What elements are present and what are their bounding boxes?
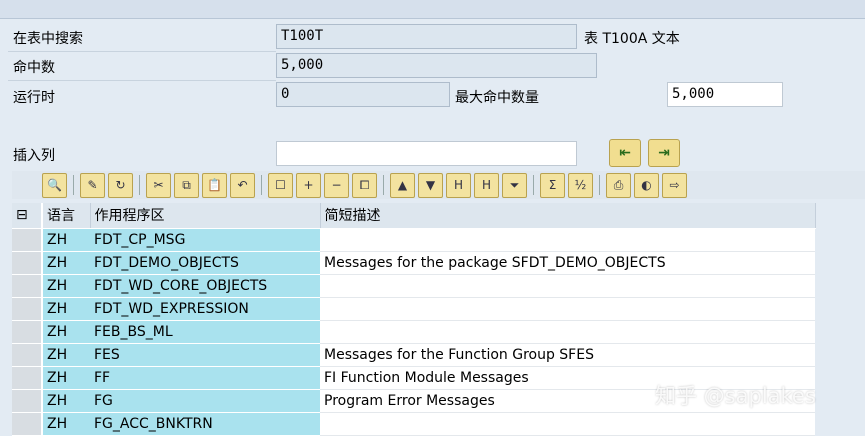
insert-column-label: 插入列 (13, 148, 55, 164)
insert-column-after-button[interactable]: ⇥ (648, 139, 680, 167)
table-row[interactable]: ZH FDT_CP_MSG (12, 228, 815, 252)
refresh-icon[interactable]: ↻ (108, 172, 133, 198)
search-table-field[interactable]: T100T (276, 24, 577, 49)
insert-column-button[interactable]: ⇤ (609, 139, 641, 167)
row-selector[interactable] (12, 274, 43, 298)
hits-field: 5,000 (276, 53, 597, 78)
divider (8, 80, 276, 81)
cell-language[interactable]: ZH (42, 320, 90, 344)
select-all-icon[interactable]: ⊟ (12, 203, 43, 229)
cell-short-description[interactable] (320, 274, 815, 298)
row-selector[interactable] (12, 228, 43, 252)
row-selector[interactable] (12, 297, 43, 321)
undo-icon[interactable]: ↶ (230, 172, 255, 198)
cell-language[interactable]: ZH (42, 366, 90, 390)
export-icon[interactable]: ⇨ (662, 172, 687, 198)
cell-application-area[interactable]: FEB_BS_ML (90, 320, 320, 344)
table-row[interactable]: ZH FDT_WD_CORE_OBJECTS (12, 274, 815, 298)
insert-column-input[interactable] (276, 141, 577, 166)
check-icon[interactable]: ✎ (80, 172, 105, 198)
runtime-label: 运行时 (13, 90, 55, 106)
max-hits-label: 最大命中数量 (455, 90, 539, 106)
print-icon[interactable]: ⎙ (606, 172, 631, 198)
cell-application-area[interactable]: FDT_DEMO_OBJECTS (90, 251, 320, 275)
divider (8, 51, 276, 52)
table-description: 表 T100A 文本 (584, 31, 680, 47)
subtotal-icon[interactable]: ½ (568, 172, 593, 198)
cell-language[interactable]: ZH (42, 228, 90, 252)
cell-language[interactable]: ZH (42, 343, 90, 367)
row-selector[interactable] (12, 251, 43, 275)
cell-application-area[interactable]: FF (90, 366, 320, 390)
table-row[interactable]: ZH FDT_DEMO_OBJECTS Messages for the packa… (12, 251, 815, 275)
insert-row-icon[interactable]: + (296, 172, 321, 198)
cell-language[interactable]: ZH (42, 274, 90, 298)
find-next-icon[interactable]: H (474, 172, 499, 198)
cell-application-area[interactable]: FES (90, 343, 320, 367)
cell-short-description[interactable] (320, 297, 815, 321)
row-selector[interactable] (12, 320, 43, 344)
paste-icon[interactable]: 📋 (202, 172, 227, 198)
cell-language[interactable]: ZH (42, 297, 90, 321)
cell-application-area[interactable]: FDT_CP_MSG (90, 228, 320, 252)
view-icon[interactable]: ◐ (634, 172, 659, 198)
row-selector[interactable] (12, 389, 43, 413)
cell-application-area[interactable]: FDT_WD_CORE_OBJECTS (90, 274, 320, 298)
cell-short-description[interactable] (320, 228, 815, 252)
column-header-short-description[interactable]: 简短描述 (320, 203, 816, 229)
column-header-language[interactable]: 语言 (42, 203, 91, 229)
cell-short-description[interactable] (320, 320, 815, 344)
search-table-label: 在表中搜索 (13, 31, 83, 47)
cut-icon[interactable]: ✂ (146, 172, 171, 198)
copy-icon[interactable]: ⧉ (174, 172, 199, 198)
sum-icon[interactable]: Σ (540, 172, 565, 198)
title-bar (0, 0, 865, 19)
sort-desc-icon[interactable]: ▼ (418, 172, 443, 198)
row-selector[interactable] (12, 343, 43, 367)
cell-short-description[interactable]: Messages for the Function Group SFES (320, 343, 815, 367)
cell-language[interactable]: ZH (42, 251, 90, 275)
find-icon[interactable]: H (446, 172, 471, 198)
column-header-application-area[interactable]: 作用程序区 (90, 203, 321, 229)
runtime-field: 0 (276, 82, 450, 107)
cell-language[interactable]: ZH (42, 389, 90, 413)
row-selector[interactable] (12, 366, 43, 390)
table-row[interactable]: ZH FDT_WD_EXPRESSION (12, 297, 815, 321)
watermark: 知乎 @saplakes (655, 384, 816, 408)
table-row[interactable]: ZH FES Messages for the Function Group SFE… (12, 343, 815, 367)
new-row-icon[interactable]: ☐ (268, 172, 293, 198)
alv-toolbar: 🔍 ✎ ↻ ✂ ⧉ 📋 ↶ ☐ + − ⧠ ▲ ▼ H H ⏷ Σ ½ ⎙ ◐ … (12, 171, 865, 199)
hits-label: 命中数 (13, 60, 55, 76)
filter-icon[interactable]: ⏷ (502, 172, 527, 198)
max-hits-input[interactable]: 5,000 (667, 82, 783, 107)
cell-application-area[interactable]: FDT_WD_EXPRESSION (90, 297, 320, 321)
cell-application-area[interactable]: FG (90, 389, 320, 413)
copy-row-icon[interactable]: ⧠ (352, 172, 377, 198)
cell-short-description[interactable]: Messages for the package SFDT_DEMO_OBJEC… (320, 251, 815, 275)
delete-row-icon[interactable]: − (324, 172, 349, 198)
details-icon[interactable]: 🔍 (42, 172, 67, 198)
table-row[interactable]: ZH FEB_BS_ML (12, 320, 815, 344)
sort-icon[interactable]: ▲ (390, 172, 415, 198)
